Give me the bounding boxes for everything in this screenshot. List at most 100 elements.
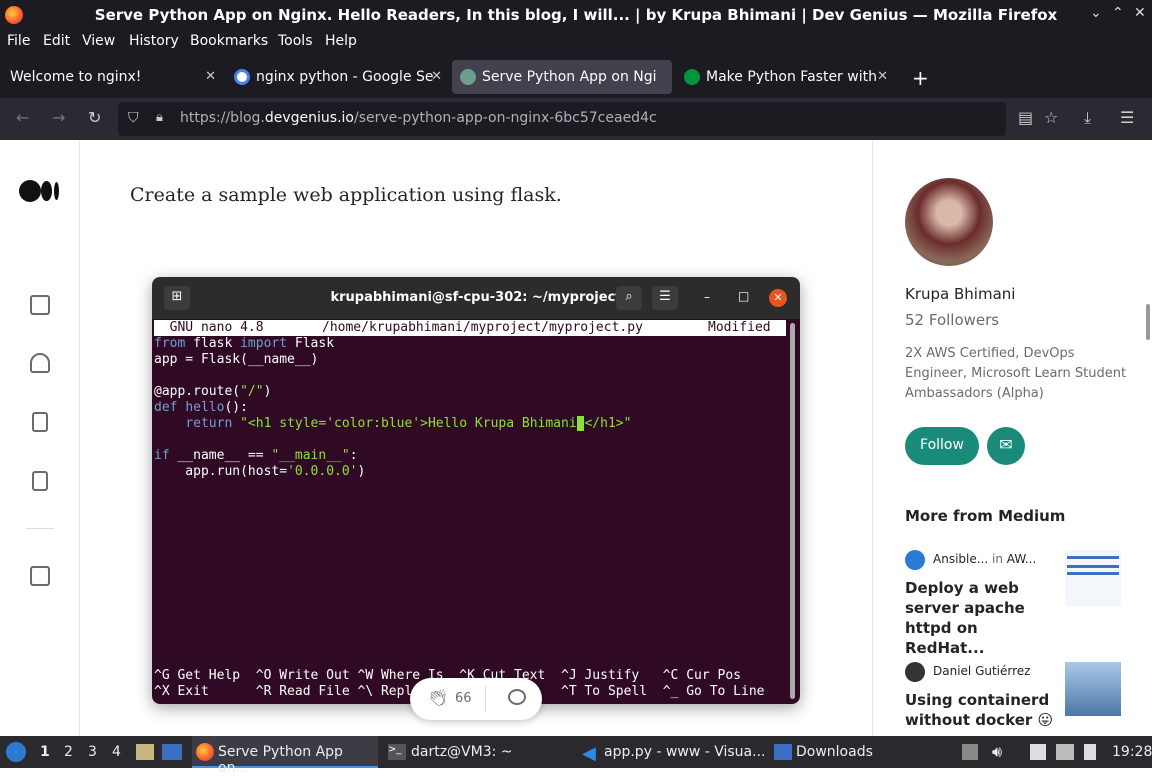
story-2-author[interactable]: Daniel Gutiérrez xyxy=(933,664,1030,678)
story-1-in: in xyxy=(992,552,1003,566)
firefox-icon xyxy=(196,743,214,761)
reload-icon[interactable]: ↻ xyxy=(88,108,101,127)
home-icon[interactable] xyxy=(30,295,50,315)
author-bio: 2X AWS Certified, DevOps Engineer, Micro… xyxy=(905,346,1127,401)
shield-icon[interactable]: ⛉ xyxy=(128,110,139,126)
menu-bookmarks[interactable]: Bookmarks xyxy=(190,33,268,49)
story-2-title[interactable]: Using containerd without docker 😛 xyxy=(905,690,1055,730)
files-icon[interactable] xyxy=(136,744,154,760)
close-icon[interactable]: ✕ xyxy=(205,69,216,84)
more-heading: More from Medium xyxy=(905,507,1066,525)
nano-status: Modified xyxy=(708,320,771,335)
page-content: Create a sample web application using fl… xyxy=(0,140,1152,736)
show-desktop-icon[interactable] xyxy=(162,744,182,760)
url-bar[interactable]: ⛉ 🔒︎ https://blog.devgenius.io/serve-pyt… xyxy=(118,102,1006,136)
nav-bar: ← → ↻ ⛉ 🔒︎ https://blog.devgenius.io/ser… xyxy=(0,98,1152,140)
workspace-3[interactable]: 3 xyxy=(88,744,97,760)
clap-icon[interactable]: 👏︎ xyxy=(428,688,448,707)
vscode-icon: ◀ xyxy=(582,743,596,764)
back-icon[interactable]: ← xyxy=(16,108,29,127)
subscribe-mail-icon[interactable]: ✉ xyxy=(987,427,1025,465)
story-1-title[interactable]: Deploy a web server apache httpd on RedH… xyxy=(905,578,1055,658)
code-line: app = Flask(__name__) xyxy=(154,352,318,368)
forward-icon[interactable]: → xyxy=(52,108,65,127)
bookmarks-icon[interactable] xyxy=(32,412,48,432)
reader-view-icon[interactable]: ▤ xyxy=(1018,108,1033,127)
code-token: "/" xyxy=(240,384,264,399)
bookmark-star-icon[interactable]: ☆ xyxy=(1044,108,1058,127)
tab-serve-python[interactable]: Serve Python App on Ngi xyxy=(452,60,672,94)
code-token: </h1>" xyxy=(584,416,632,431)
code-token: "__main__" xyxy=(271,448,350,463)
nano-editor: GNU nano 4.8/home/krupabhimani/myproject… xyxy=(152,319,800,704)
stories-icon[interactable] xyxy=(32,471,48,491)
volume-icon[interactable]: 🔊︎ xyxy=(992,742,1002,762)
code-line: app.run(host='0.0.0.0') xyxy=(154,464,365,480)
menu-view[interactable]: View xyxy=(82,33,115,49)
notifications-icon[interactable] xyxy=(30,353,50,373)
code-token: Flask xyxy=(287,336,335,351)
workspace-1[interactable]: 1 xyxy=(40,744,50,760)
menu-file[interactable]: File xyxy=(7,33,30,49)
tab-welcome-nginx[interactable]: Welcome to nginx! ✕ xyxy=(0,60,224,94)
menu-hamburger-icon[interactable]: ☰ xyxy=(1120,108,1134,127)
new-tab-button[interactable]: + xyxy=(912,66,929,90)
story-1-publication[interactable]: AW... xyxy=(1007,552,1036,566)
close-icon[interactable]: ✕ xyxy=(431,69,442,84)
write-icon[interactable] xyxy=(30,566,50,586)
taskbar-app-firefox[interactable]: Serve Python App on... xyxy=(192,736,378,776)
author-avatar[interactable] xyxy=(905,178,993,266)
taskbar-app-downloads[interactable]: Downloads xyxy=(796,744,873,760)
display-icon[interactable] xyxy=(1056,744,1074,760)
author-followers[interactable]: 52 Followers xyxy=(905,311,999,329)
story-1-author[interactable]: Ansible... xyxy=(933,552,988,566)
page-scrollbar[interactable] xyxy=(1146,304,1150,340)
downloads-icon[interactable]: ⤓ xyxy=(1084,108,1091,128)
follow-button[interactable]: Follow xyxy=(905,427,979,465)
code-line: if __name__ == "__main__": xyxy=(154,448,358,464)
window-titlebar: Serve Python App on Nginx. Hello Readers… xyxy=(0,0,1152,30)
window-title: Serve Python App on Nginx. Hello Readers… xyxy=(94,6,1058,24)
nano-version: GNU nano 4.8 xyxy=(154,320,264,335)
story-2-thumbnail[interactable] xyxy=(1065,662,1121,716)
url-text[interactable]: https://blog.devgenius.io/serve-python-a… xyxy=(180,110,657,126)
code-line: return "<h1 style='color:blue'>Hello Kru… xyxy=(154,416,631,432)
tab-label: nginx python - Google Se xyxy=(256,69,434,85)
terminal-icon: >_ xyxy=(388,744,406,760)
menu-bar: File Edit View History Bookmarks Tools H… xyxy=(0,30,1152,54)
clipboard-icon[interactable] xyxy=(1030,744,1046,760)
close-icon[interactable]: ✕ xyxy=(877,69,888,84)
menu-tools[interactable]: Tools xyxy=(278,33,313,49)
comment-icon[interactable] xyxy=(508,689,526,705)
workspace-2[interactable]: 2 xyxy=(64,744,73,760)
author-name[interactable]: Krupa Bhimani xyxy=(905,285,1015,303)
network-icon[interactable] xyxy=(962,744,978,760)
code-token: import xyxy=(240,336,288,351)
code-token: if xyxy=(154,448,170,463)
lock-icon[interactable]: 🔒︎ xyxy=(156,110,163,125)
tab-google-search[interactable]: nginx python - Google Se ✕ xyxy=(226,60,450,94)
clock[interactable]: 19:28 xyxy=(1112,744,1152,760)
terminal-scrollbar xyxy=(790,323,795,699)
menu-help[interactable]: Help xyxy=(325,33,357,49)
start-menu-icon[interactable] xyxy=(6,742,26,762)
minimize-button[interactable]: ⌄ xyxy=(1090,5,1102,21)
author-2-avatar[interactable] xyxy=(905,662,925,682)
medium-logo-icon[interactable] xyxy=(19,180,61,202)
code-token: @app.route( xyxy=(154,384,241,399)
workspace-4[interactable]: 4 xyxy=(112,744,121,760)
tab-make-python-faster[interactable]: Make Python Faster with ✕ xyxy=(676,60,896,94)
taskbar-app-label: Serve Python App on... xyxy=(218,744,343,776)
publication-avatar[interactable] xyxy=(905,550,925,570)
maximize-button[interactable]: ⌃ xyxy=(1112,5,1124,21)
right-sidebar: Krupa Bhimani 52 Followers 2X AWS Certif… xyxy=(872,140,1152,736)
taskbar-app-vscode[interactable]: app.py - www - Visua... xyxy=(604,744,766,760)
battery-icon[interactable] xyxy=(1084,744,1096,760)
taskbar-app-terminal[interactable]: dartz@VM3: ~ xyxy=(411,744,513,760)
taskbar: 1 2 3 4 Serve Python App on... >_ dartz@… xyxy=(0,736,1152,776)
menu-edit[interactable]: Edit xyxy=(43,33,70,49)
menu-history[interactable]: History xyxy=(129,33,179,49)
close-window-button[interactable]: ✕ xyxy=(1134,5,1146,21)
story-1-thumbnail[interactable] xyxy=(1065,550,1121,606)
